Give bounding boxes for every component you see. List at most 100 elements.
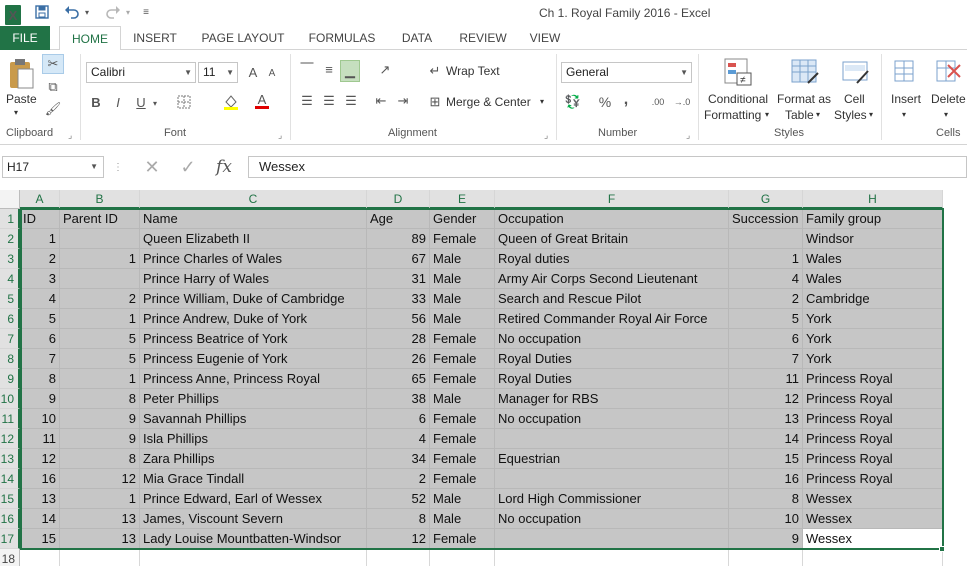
redo-icon[interactable]	[103, 2, 123, 22]
chevron-down-icon[interactable]: ▾	[869, 110, 873, 119]
row-header-1[interactable]: 1	[0, 209, 20, 229]
table-cell[interactable]: Female	[430, 429, 495, 449]
table-cell[interactable]: James, Viscount Severn	[140, 509, 367, 529]
table-cell[interactable]	[495, 429, 729, 449]
select-all-corner[interactable]	[0, 190, 20, 209]
row-header-4[interactable]: 4	[0, 269, 20, 289]
table-cell[interactable]: Wessex	[803, 489, 943, 509]
table-cell[interactable]: 1	[60, 369, 140, 389]
table-cell[interactable]: 5	[60, 329, 140, 349]
table-cell[interactable]: Wessex	[803, 509, 943, 529]
table-cell[interactable]: 15	[20, 529, 60, 549]
number-launcher-icon[interactable]: ⌟	[686, 130, 690, 141]
table-cell[interactable]: 12	[20, 449, 60, 469]
table-cell[interactable]: No occupation	[495, 409, 729, 429]
table-cell[interactable]: Army Air Corps Second Lieutenant	[495, 269, 729, 289]
redo-dropdown-icon[interactable]: ▾	[123, 2, 133, 22]
column-title-cell[interactable]: ID	[20, 209, 60, 229]
table-cell[interactable]: 6	[367, 409, 430, 429]
save-icon[interactable]	[32, 2, 52, 22]
row-header-13[interactable]: 13	[0, 449, 20, 469]
table-cell[interactable]: 16	[20, 469, 60, 489]
table-cell[interactable]: 8	[729, 489, 803, 509]
column-header-c[interactable]: C	[140, 190, 367, 209]
table-cell[interactable]: Royal Duties	[495, 349, 729, 369]
table-cell[interactable]: Female	[430, 469, 495, 489]
table-cell[interactable]: 14	[729, 429, 803, 449]
tab-file[interactable]: FILE	[0, 26, 50, 50]
format-as-table-label-1[interactable]: Format as	[777, 92, 831, 106]
table-cell[interactable]: Retired Commander Royal Air Force	[495, 309, 729, 329]
chevron-down-icon[interactable]: ▾	[765, 110, 769, 119]
decrease-indent-icon[interactable]: ⇤	[372, 92, 390, 110]
row-header-18[interactable]: 18	[0, 549, 20, 566]
table-cell[interactable]: 1	[60, 249, 140, 269]
table-cell[interactable]: Princess Royal	[803, 469, 943, 489]
column-header-a[interactable]: A	[20, 190, 60, 209]
italic-button[interactable]: I	[110, 92, 126, 112]
shrink-font-icon[interactable]: A	[264, 64, 280, 82]
row-header-9[interactable]: 9	[0, 369, 20, 389]
table-cell[interactable]: Royal duties	[495, 249, 729, 269]
percent-style-icon[interactable]: %	[597, 92, 613, 112]
table-cell[interactable]: 13	[729, 409, 803, 429]
column-header-e[interactable]: E	[430, 190, 495, 209]
row-header-3[interactable]: 3	[0, 249, 20, 269]
table-cell[interactable]: 8	[60, 389, 140, 409]
table-cell[interactable]: Male	[430, 389, 495, 409]
table-cell[interactable]: York	[803, 349, 943, 369]
comma-style-icon[interactable]: ,	[620, 90, 632, 110]
column-title-cell[interactable]: Age	[367, 209, 430, 229]
borders-icon[interactable]	[174, 92, 194, 112]
table-cell[interactable]: Savannah Phillips	[140, 409, 367, 429]
row-header-12[interactable]: 12	[0, 429, 20, 449]
insert-function-icon[interactable]: fx	[210, 155, 238, 179]
chevron-down-icon[interactable]: ▾	[902, 110, 906, 119]
grow-font-icon[interactable]: A	[244, 62, 262, 82]
empty-cell[interactable]	[803, 549, 943, 566]
merge-center-button[interactable]: Merge & Center	[446, 95, 531, 109]
alignment-launcher-icon[interactable]: ⌟	[544, 130, 548, 141]
increase-decimal-icon[interactable]: .00	[648, 92, 668, 112]
align-bottom-icon[interactable]: ▁	[340, 60, 360, 82]
align-top-icon[interactable]: ⎺	[298, 60, 316, 78]
row-header-6[interactable]: 6	[0, 309, 20, 329]
table-cell[interactable]: Search and Rescue Pilot	[495, 289, 729, 309]
table-cell[interactable]: Lady Louise Mountbatten-Windsor	[140, 529, 367, 549]
table-cell[interactable]: Prince William, Duke of Cambridge	[140, 289, 367, 309]
table-cell[interactable]: Male	[430, 309, 495, 329]
row-header-7[interactable]: 7	[0, 329, 20, 349]
table-cell[interactable]: Princess Royal	[803, 369, 943, 389]
tab-formulas[interactable]: FORMULAS	[302, 26, 382, 50]
table-cell[interactable]: 8	[367, 509, 430, 529]
table-cell[interactable]: 34	[367, 449, 430, 469]
number-format-combo[interactable]: General ▼	[561, 62, 692, 83]
table-cell[interactable]: Windsor	[803, 229, 943, 249]
table-cell[interactable]: Princess Beatrice of York	[140, 329, 367, 349]
column-header-d[interactable]: D	[367, 190, 430, 209]
empty-cell[interactable]	[495, 549, 729, 566]
table-cell[interactable]: Princess Anne, Princess Royal	[140, 369, 367, 389]
table-cell[interactable]: Male	[430, 289, 495, 309]
column-title-cell[interactable]: Parent ID	[60, 209, 140, 229]
undo-dropdown-icon[interactable]: ▾	[82, 2, 92, 22]
table-cell[interactable]: Wessex	[803, 529, 943, 549]
row-header-14[interactable]: 14	[0, 469, 20, 489]
paste-dropdown-icon[interactable]: ▾	[14, 108, 18, 117]
table-cell[interactable]: 7	[20, 349, 60, 369]
insert-cells-icon[interactable]	[891, 56, 919, 88]
table-cell[interactable]: 12	[60, 469, 140, 489]
format-as-table-icon[interactable]	[789, 56, 821, 88]
table-cell[interactable]: 13	[60, 529, 140, 549]
paste-button[interactable]: Paste	[6, 92, 37, 106]
cut-icon[interactable]: ✂	[42, 54, 64, 74]
font-launcher-icon[interactable]: ⌟	[278, 130, 282, 141]
table-cell[interactable]: 13	[60, 509, 140, 529]
table-cell[interactable]: Prince Andrew, Duke of York	[140, 309, 367, 329]
row-header-2[interactable]: 2	[0, 229, 20, 249]
table-cell[interactable]: Princess Royal	[803, 429, 943, 449]
column-title-cell[interactable]: Gender	[430, 209, 495, 229]
table-cell[interactable]: Princess Royal	[803, 389, 943, 409]
table-cell[interactable]: Royal Duties	[495, 369, 729, 389]
table-cell[interactable]: Princess Royal	[803, 449, 943, 469]
